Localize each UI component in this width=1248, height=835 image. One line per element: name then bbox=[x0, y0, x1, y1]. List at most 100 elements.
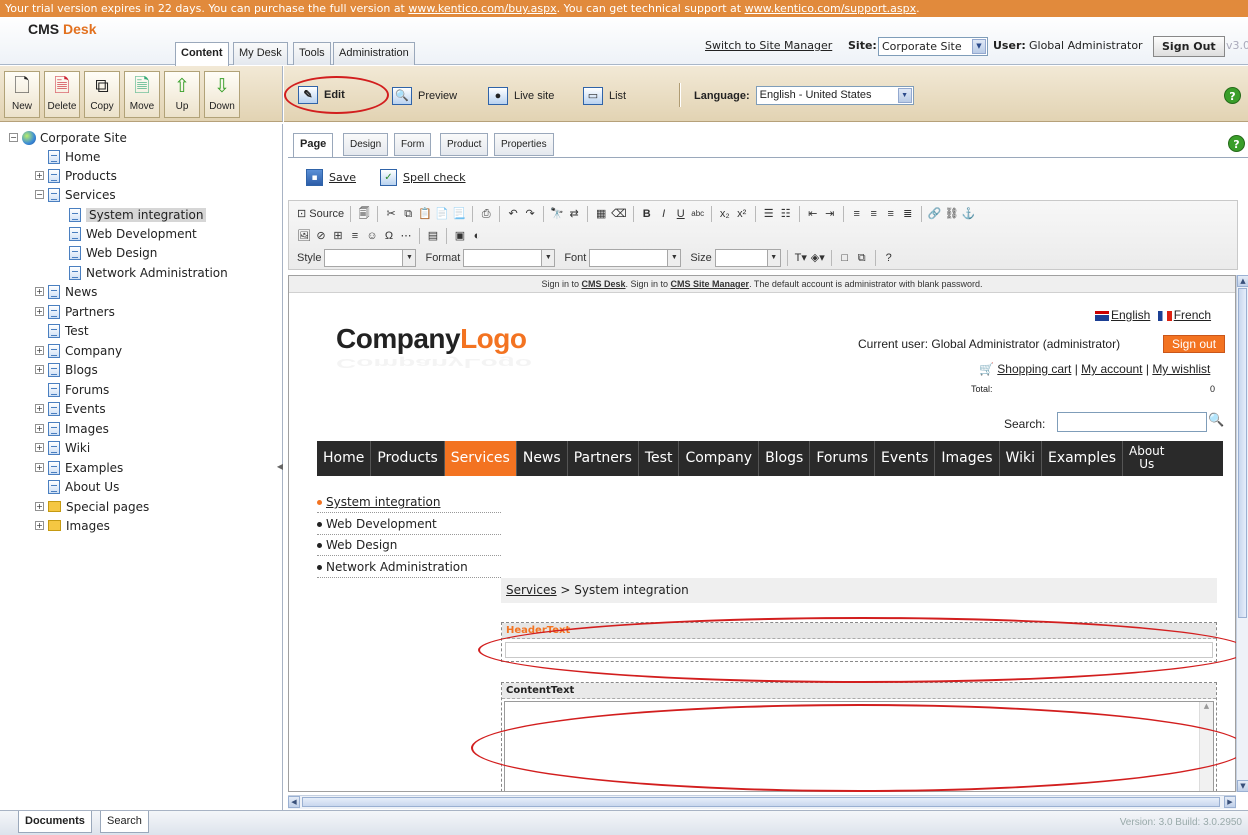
content-text-editor[interactable]: ▲ bbox=[504, 701, 1214, 791]
content-scrollbar[interactable]: ▲ bbox=[1199, 702, 1213, 791]
scroll-up-icon[interactable]: ▲ bbox=[1237, 275, 1248, 287]
font-select[interactable]: ▼ bbox=[589, 249, 682, 267]
align-right-icon[interactable]: ≡ bbox=[884, 206, 898, 222]
tab-my-desk[interactable]: My Desk bbox=[233, 42, 288, 65]
tree-node-services[interactable]: − Services bbox=[35, 185, 116, 204]
scroll-thumb[interactable] bbox=[1238, 288, 1247, 618]
anchor-icon[interactable]: ⚓ bbox=[962, 206, 976, 222]
menu-item-wiki[interactable]: Wiki bbox=[1000, 441, 1042, 476]
menu-item-events[interactable]: Events bbox=[875, 441, 936, 476]
move-button[interactable]: 🗎 Move bbox=[124, 71, 160, 118]
tab-administration[interactable]: Administration bbox=[333, 42, 415, 65]
tab-product[interactable]: Product bbox=[440, 133, 489, 156]
remove-format-icon[interactable]: ⌫ bbox=[611, 206, 627, 222]
help-icon[interactable]: ? bbox=[1224, 87, 1241, 104]
special-char-icon[interactable]: Ω bbox=[382, 228, 396, 244]
tree-node-test[interactable]: Test bbox=[35, 321, 89, 340]
help-icon[interactable]: ? bbox=[1228, 135, 1245, 152]
tree-node-web-development[interactable]: Web Development bbox=[56, 224, 197, 243]
find-icon[interactable]: 🔭 bbox=[550, 206, 564, 222]
submenu-item-network-administration[interactable]: Network Administration bbox=[317, 557, 501, 578]
menu-item-forums[interactable]: Forums bbox=[810, 441, 875, 476]
horizontal-scrollbar[interactable]: ◀ ▶ bbox=[288, 795, 1236, 809]
save-button[interactable]: ▪ Save bbox=[306, 169, 356, 186]
indent-icon[interactable]: ⇥ bbox=[823, 206, 837, 222]
shopping-cart-link[interactable]: Shopping cart bbox=[997, 362, 1071, 376]
tree-node-examples[interactable]: + Examples bbox=[35, 458, 123, 477]
tab-design[interactable]: Design bbox=[343, 133, 389, 156]
tree-node-about-us[interactable]: About Us bbox=[35, 477, 119, 496]
menu-item-products[interactable]: Products bbox=[371, 441, 445, 476]
tree-node-blogs[interactable]: + Blogs bbox=[35, 360, 98, 379]
menu-item-images[interactable]: Images bbox=[935, 441, 1000, 476]
tree-node-network-administration[interactable]: Network Administration bbox=[56, 263, 228, 282]
spell-check-button[interactable]: ✓ Spell check bbox=[380, 169, 466, 186]
tab-properties[interactable]: Properties bbox=[494, 133, 554, 156]
tree-node-images-folder[interactable]: + Images bbox=[35, 516, 110, 535]
cut-icon[interactable]: ✂ bbox=[384, 206, 398, 222]
align-center-icon[interactable]: ≡ bbox=[867, 206, 881, 222]
header-text-input[interactable] bbox=[505, 642, 1213, 658]
page-break-icon[interactable]: ⋯ bbox=[399, 228, 413, 244]
tree-node-news[interactable]: + News bbox=[35, 282, 97, 301]
live-site-button[interactable]: ● Live site bbox=[488, 87, 554, 105]
search-icon[interactable]: 🔍 bbox=[1208, 412, 1224, 428]
numbered-list-icon[interactable]: ☰ bbox=[762, 206, 776, 222]
scroll-left-icon[interactable]: ◀ bbox=[288, 796, 300, 808]
menu-item-about-us[interactable]: About Us bbox=[1123, 441, 1170, 476]
preview-icon[interactable]: 🗐 bbox=[357, 206, 371, 222]
style-select[interactable]: ▼ bbox=[324, 249, 417, 267]
scroll-right-icon[interactable]: ▶ bbox=[1224, 796, 1236, 808]
widget-icon[interactable]: ◐ bbox=[470, 228, 484, 244]
maximize-icon[interactable]: □ bbox=[838, 250, 852, 266]
language-select[interactable]: English - United States ▼ bbox=[755, 86, 914, 105]
support-link[interactable]: www.kentico.com/support.aspx bbox=[745, 2, 917, 15]
tab-form[interactable]: Form bbox=[394, 133, 432, 156]
tree-node-special-pages[interactable]: + Special pages bbox=[35, 497, 149, 516]
scroll-down-icon[interactable]: ▼ bbox=[1237, 780, 1248, 792]
source-button[interactable]: ⊡ Source bbox=[297, 206, 344, 222]
panel-splitter-handle[interactable]: ◀ bbox=[276, 454, 284, 480]
format-select[interactable]: ▼ bbox=[463, 249, 556, 267]
cms-desk-link[interactable]: CMS Desk bbox=[582, 279, 626, 289]
horizontal-rule-icon[interactable]: ≡ bbox=[348, 228, 362, 244]
preview-sign-out-button[interactable]: Sign out bbox=[1163, 335, 1226, 353]
english-link[interactable]: English bbox=[1111, 308, 1150, 322]
image-icon[interactable]: 🖼 bbox=[297, 228, 311, 244]
superscript-icon[interactable]: x² bbox=[735, 206, 749, 222]
tab-search[interactable]: Search bbox=[100, 811, 149, 833]
menu-item-company[interactable]: Company bbox=[679, 441, 760, 476]
paste-word-icon[interactable]: 📃 bbox=[452, 206, 466, 222]
preview-mode-button[interactable]: 🔍 Preview bbox=[392, 87, 457, 105]
tree-node-forums[interactable]: Forums bbox=[35, 380, 109, 399]
sign-out-button[interactable]: Sign Out bbox=[1153, 36, 1225, 57]
tree-node-images[interactable]: + Images bbox=[35, 419, 109, 438]
italic-icon[interactable]: I bbox=[657, 206, 671, 222]
justify-icon[interactable]: ≣ bbox=[901, 206, 915, 222]
search-input[interactable] bbox=[1057, 412, 1207, 432]
align-left-icon[interactable]: ≡ bbox=[850, 206, 864, 222]
menu-item-test[interactable]: Test bbox=[639, 441, 680, 476]
submenu-item-web-development[interactable]: Web Development bbox=[317, 514, 501, 535]
list-mode-button[interactable]: ▭ List bbox=[583, 87, 626, 105]
menu-item-services[interactable]: Services bbox=[444, 441, 517, 476]
background-color-icon[interactable]: ◈▾ bbox=[811, 250, 825, 266]
horizontal-scroll-thumb[interactable] bbox=[302, 797, 1220, 807]
buy-link[interactable]: www.kentico.com/buy.aspx bbox=[408, 2, 556, 15]
bold-icon[interactable]: B bbox=[640, 206, 654, 222]
menu-item-examples[interactable]: Examples bbox=[1042, 441, 1123, 476]
company-logo[interactable]: CompanyLogo bbox=[336, 323, 527, 355]
size-select[interactable]: ▼ bbox=[714, 249, 781, 267]
table-icon[interactable]: ⊞ bbox=[331, 228, 345, 244]
tab-page[interactable]: Page bbox=[293, 133, 334, 157]
print-icon[interactable]: ⎙ bbox=[479, 206, 493, 222]
site-manager-link[interactable]: CMS Site Manager bbox=[671, 279, 750, 289]
unlink-icon[interactable]: ⛓ bbox=[945, 206, 959, 222]
submenu-item-system-integration[interactable]: System integration bbox=[317, 492, 501, 513]
strikethrough-icon[interactable]: abc bbox=[691, 206, 705, 222]
paste-text-icon[interactable]: 📄 bbox=[435, 206, 449, 222]
new-button[interactable]: 🗋 New bbox=[4, 71, 40, 118]
replace-icon[interactable]: ⇄ bbox=[567, 206, 581, 222]
text-color-icon[interactable]: T▾ bbox=[794, 250, 808, 266]
tab-tools[interactable]: Tools bbox=[293, 42, 331, 65]
